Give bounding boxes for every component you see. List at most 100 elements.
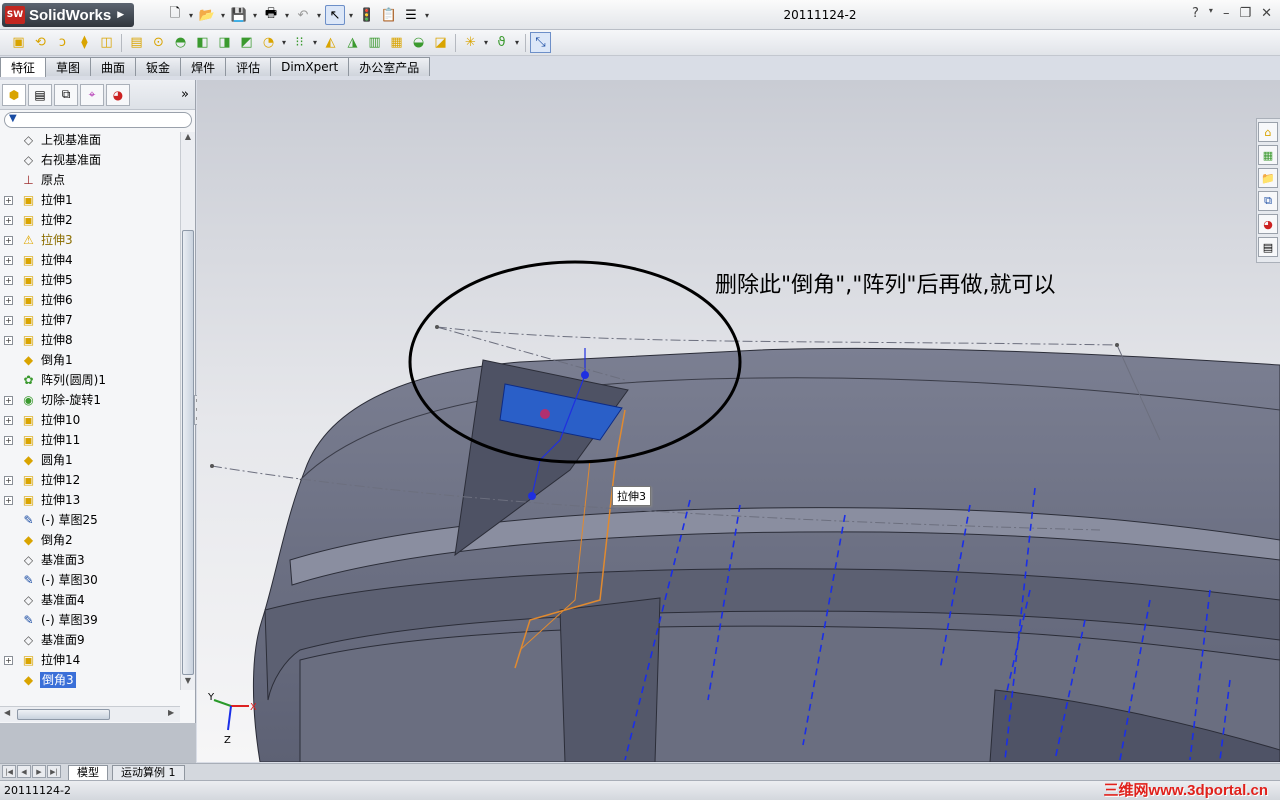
close-button[interactable]: ✕ <box>1261 6 1272 21</box>
expand-node-icon[interactable]: + <box>4 336 13 345</box>
tab-3[interactable]: 钣金 <box>135 57 182 76</box>
featuremanager-tab-icon[interactable]: ⬢ <box>2 83 26 106</box>
first-tab-icon[interactable]: |◀ <box>2 765 16 778</box>
dimxpertmanager-tab-icon[interactable]: ⌖ <box>80 83 104 106</box>
tree-node[interactable]: + ▣ 拉伸11 <box>0 430 180 450</box>
restore-button[interactable]: ❐ <box>1239 6 1251 21</box>
open-folder-icon[interactable]: 📂 <box>197 5 217 25</box>
shell-icon[interactable]: ▥ <box>364 32 385 53</box>
tree-node[interactable]: ⊥ 原点 <box>0 170 180 190</box>
app-menu-button[interactable]: SW SolidWorks ▶ <box>2 3 134 27</box>
tab-7[interactable]: 办公室产品 <box>348 57 431 76</box>
tree-node[interactable]: ✎ (-) 草图39 <box>0 610 180 630</box>
view-settings-icon[interactable]: ▤ <box>824 80 842 81</box>
propertymanager-tab-icon[interactable]: ▤ <box>28 83 52 106</box>
tree-node[interactable]: + ⚠ 拉伸3 <box>0 230 180 250</box>
rebuild-traffic-light-icon[interactable]: 🚦 <box>357 5 377 25</box>
help-button[interactable]: ? <box>1192 6 1199 21</box>
dropdown-arrow-icon[interactable]: ▾ <box>219 11 227 20</box>
photoview-icon[interactable]: ◉ <box>856 80 874 81</box>
mirror-icon[interactable]: ◪ <box>430 32 451 53</box>
tree-filter-input[interactable]: ▼ <box>4 112 192 128</box>
tab-motion-study[interactable]: 运动算例 1 <box>112 765 185 780</box>
tree-node[interactable]: + ▣ 拉伸1 <box>0 190 180 210</box>
tree-node[interactable]: + ▣ 拉伸13 <box>0 490 180 510</box>
design-library-icon[interactable]: ▦ <box>1258 145 1278 165</box>
tree-horizontal-scrollbar[interactable]: ◀ ▶ <box>0 706 180 722</box>
panel-expand-icon[interactable]: » <box>181 87 189 102</box>
expand-node-icon[interactable]: + <box>4 416 13 425</box>
scroll-down-icon[interactable]: ▼ <box>181 676 195 690</box>
tree-node[interactable]: ✎ (-) 草图25 <box>0 510 180 530</box>
file-explorer-icon[interactable]: 📁 <box>1258 168 1278 188</box>
section-view-icon[interactable]: ◧ <box>633 80 651 81</box>
dropdown-arrow-icon[interactable]: ▾ <box>347 11 355 20</box>
scrollbar-thumb[interactable] <box>17 709 110 720</box>
expand-node-icon[interactable]: + <box>4 476 13 485</box>
revolved-cut-icon[interactable]: ◓ <box>170 32 191 53</box>
view-orientation-icon[interactable]: ⬚ <box>654 80 672 81</box>
displaymanager-tab-icon[interactable]: ◕ <box>106 83 130 106</box>
tree-node[interactable]: ◆ 倒角1 <box>0 350 180 370</box>
new-document-icon[interactable]: 🗋 <box>165 5 185 25</box>
model-view[interactable] <box>197 80 1280 762</box>
edit-appearance-icon[interactable]: ◕ <box>750 80 768 81</box>
dropdown-arrow-icon[interactable]: ▾ <box>187 11 195 20</box>
expand-node-icon[interactable]: + <box>4 316 13 325</box>
solidworks-resources-icon[interactable]: ⌂ <box>1258 122 1278 142</box>
expand-node-icon[interactable]: + <box>4 256 13 265</box>
help-dropdown-icon[interactable]: ▾ <box>1209 6 1213 21</box>
expand-node-icon[interactable]: + <box>4 296 13 305</box>
expand-node-icon[interactable]: + <box>4 496 13 505</box>
minimize-button[interactable]: – <box>1223 6 1230 21</box>
wrap-icon[interactable]: ▦ <box>386 32 407 53</box>
dropdown-arrow-icon[interactable]: ▾ <box>315 11 323 20</box>
hide-show-items-icon[interactable]: 👁 <box>718 80 736 81</box>
swept-boss-icon[interactable]: ↄ <box>52 32 73 53</box>
expand-node-icon[interactable]: + <box>4 396 13 405</box>
custom-properties-icon[interactable]: ▤ <box>1258 237 1278 257</box>
file-properties-icon[interactable]: 📋 <box>379 5 399 25</box>
extruded-boss-icon[interactable]: ▣ <box>8 32 29 53</box>
swept-cut-icon[interactable]: ◧ <box>192 32 213 53</box>
expand-node-icon[interactable]: + <box>4 276 13 285</box>
tree-node[interactable]: + ▣ 拉伸10 <box>0 410 180 430</box>
tree-node[interactable]: + ▣ 拉伸14 <box>0 650 180 670</box>
scroll-left-icon[interactable]: ◀ <box>4 708 10 717</box>
dome-icon[interactable]: ◒ <box>408 32 429 53</box>
tree-node[interactable]: + ▣ 拉伸7 <box>0 310 180 330</box>
extruded-cut-icon[interactable]: ▤ <box>126 32 147 53</box>
tree-node[interactable]: ◆ 倒角2 <box>0 530 180 550</box>
select-pointer-icon[interactable]: ↖ <box>325 5 345 25</box>
tree-node[interactable]: ◇ 基准面3 <box>0 550 180 570</box>
rib-icon[interactable]: ◭ <box>320 32 341 53</box>
lofted-cut-icon[interactable]: ◨ <box>214 32 235 53</box>
selection-handle[interactable] <box>540 409 550 419</box>
tree-node[interactable]: ✎ (-) 草图30 <box>0 570 180 590</box>
tree-vertical-scrollbar[interactable]: ▲ ▼ <box>180 132 195 690</box>
scroll-right-icon[interactable]: ▶ <box>168 708 174 717</box>
revolved-boss-icon[interactable]: ⟲ <box>30 32 51 53</box>
draft-icon[interactable]: ◮ <box>342 32 363 53</box>
linear-pattern-icon[interactable]: ⁝⁝ <box>289 32 310 53</box>
dropdown-arrow-icon[interactable]: ▾ <box>423 11 431 20</box>
expand-node-icon[interactable]: + <box>4 436 13 445</box>
dropdown-arrow-icon[interactable]: ▾ <box>280 38 288 47</box>
graphics-area[interactable]: ⊕ ⊞ ↺ ◧ ⬚▾ ◫▾ 👁▾ ◕ ✤▾ ● ▤▾ ◉▾ – ❐ ✕ <box>197 80 1280 762</box>
realview-icon[interactable]: ● <box>803 80 821 81</box>
tree-node[interactable]: ✿ 阵列(圆周)1 <box>0 370 180 390</box>
expand-node-icon[interactable]: + <box>4 196 13 205</box>
options-icon[interactable]: ☰ <box>401 5 421 25</box>
tab-4[interactable]: 焊件 <box>180 57 227 76</box>
print-icon[interactable]: 🖶 <box>261 5 281 25</box>
tree-node[interactable]: + ▣ 拉伸4 <box>0 250 180 270</box>
next-tab-icon[interactable]: ▶ <box>32 765 46 778</box>
tab-1[interactable]: 草图 <box>45 57 92 76</box>
tab-5[interactable]: 评估 <box>225 57 272 76</box>
tree-node[interactable]: ◆ 圆角1 <box>0 450 180 470</box>
tab-0[interactable]: 特征 <box>0 57 47 77</box>
expand-node-icon[interactable]: + <box>4 236 13 245</box>
hole-wizard-icon[interactable]: ⊙ <box>148 32 169 53</box>
configurationmanager-tab-icon[interactable]: ⧉ <box>54 83 78 106</box>
search-icon[interactable]: ⧉ <box>1258 191 1278 211</box>
